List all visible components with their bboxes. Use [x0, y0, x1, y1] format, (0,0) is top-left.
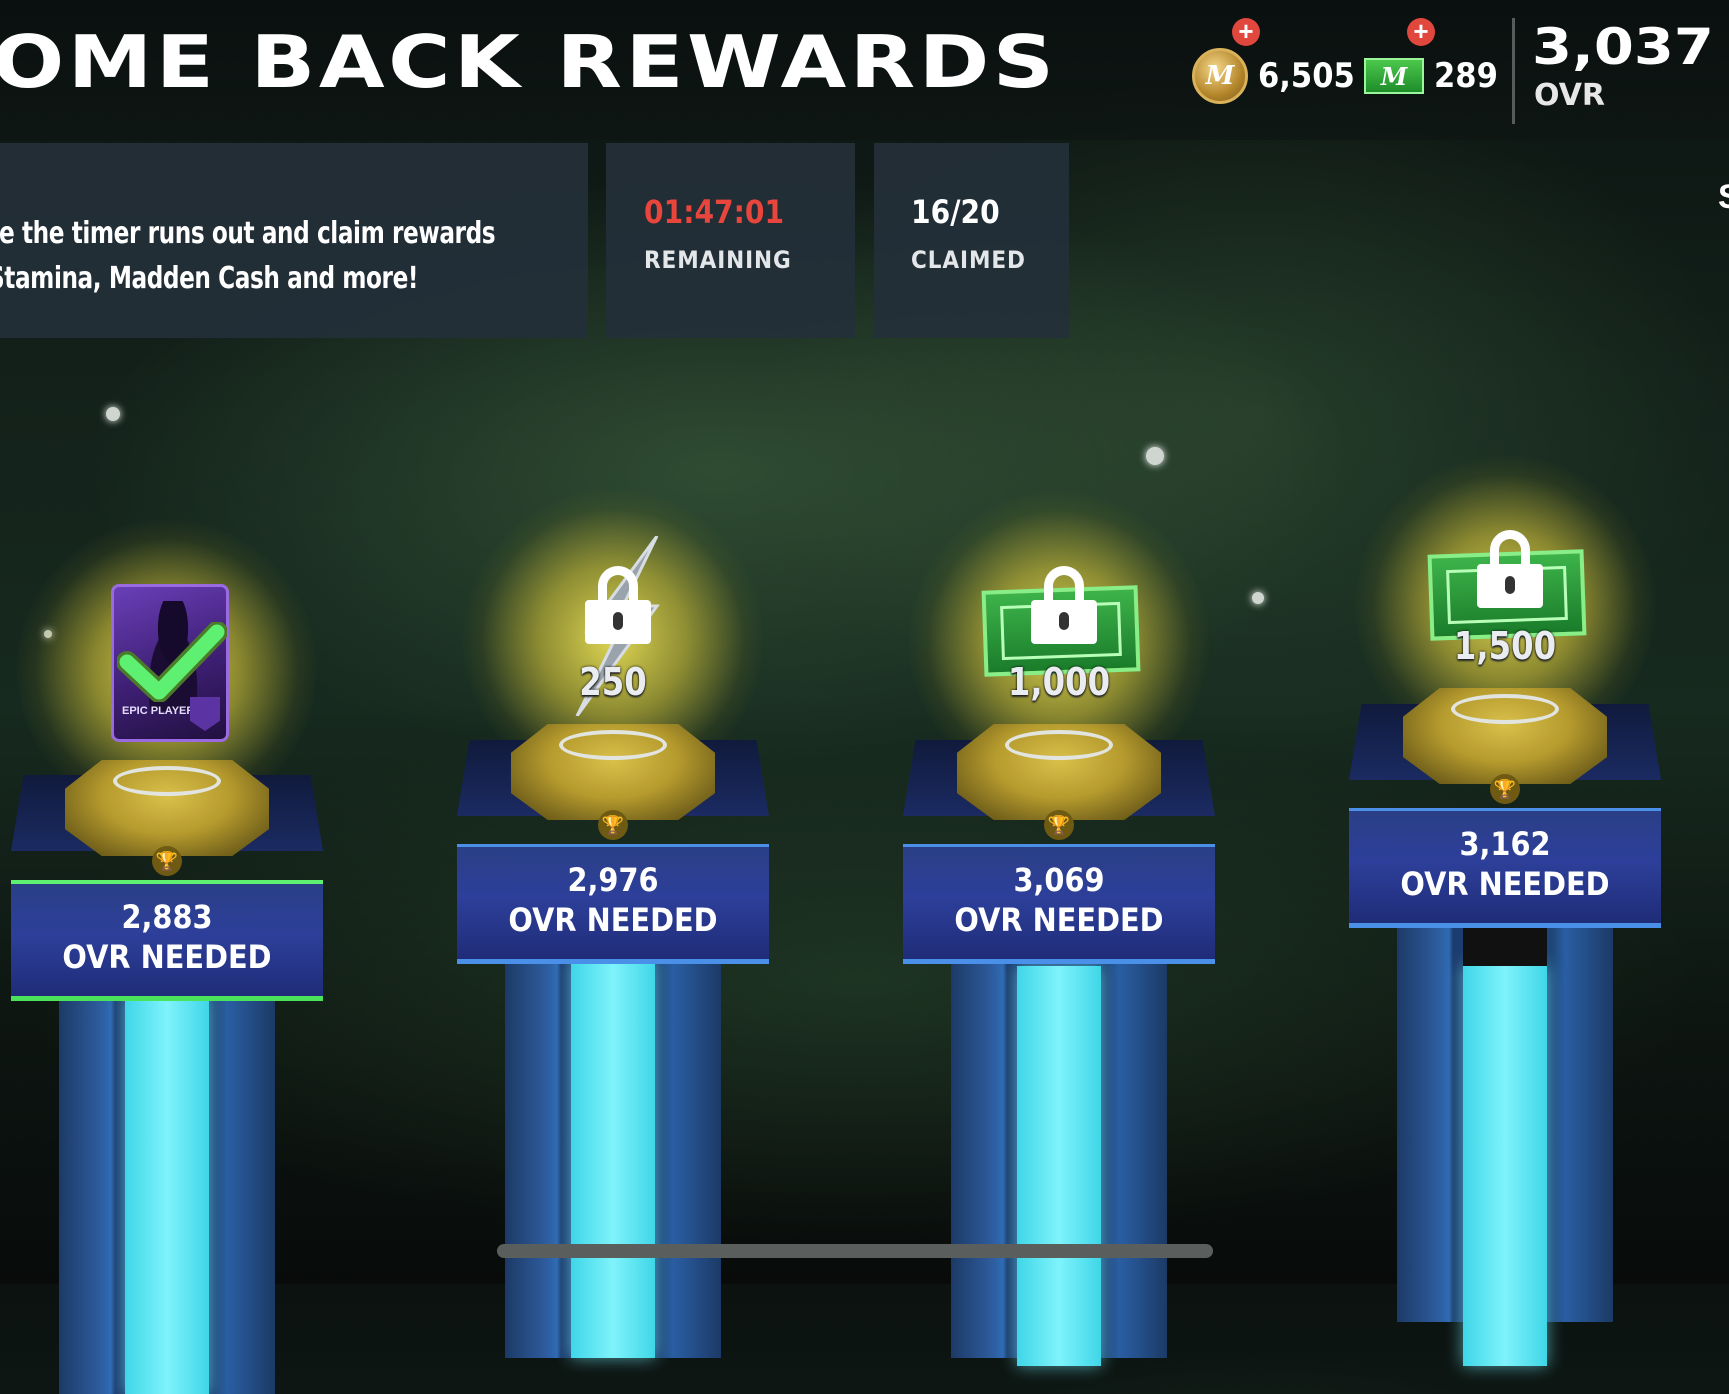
timer-value: 01:47:01: [644, 193, 785, 231]
cash-value: 289: [1434, 56, 1498, 96]
card-label: EPIC PLAYER: [122, 705, 195, 717]
description-text: re the timer runs out and claim rewards …: [0, 211, 496, 301]
ovr-needed-label: OVR NEEDED: [1400, 865, 1610, 903]
edge-text: S: [1718, 178, 1729, 217]
pedestal-beam: [1017, 966, 1101, 1366]
ovr-needed-value: 2,976: [567, 861, 659, 899]
claimed-label: CLAIMED: [911, 246, 1026, 274]
description-line-2: Stamina, Madden Cash and more!: [0, 261, 419, 296]
madden-cash-icon: M: [1364, 58, 1424, 94]
cash-balance[interactable]: M 289: [1364, 56, 1498, 96]
base-ring: [1005, 730, 1113, 760]
description-line-1: re the timer runs out and claim rewards: [0, 216, 496, 251]
ovr-needed-value: 3,069: [1013, 861, 1105, 899]
trophy-icon: 🏆: [152, 846, 182, 876]
platform: 2,883 OVR NEEDED: [11, 880, 323, 1001]
checkmark-icon: [117, 622, 227, 702]
timer-panel: 01:47:01 REMAINING: [606, 143, 855, 338]
reward-amount: 1,500: [1453, 624, 1557, 668]
ovr-needed-label: OVR NEEDED: [508, 901, 718, 939]
trophy-icon: 🏆: [598, 810, 628, 840]
ovr-needed-value: 2,883: [121, 898, 213, 936]
lock-icon: [1031, 566, 1097, 644]
base-ring: [559, 730, 667, 760]
timer-label: REMAINING: [644, 246, 792, 274]
description-panel: re the timer runs out and claim rewards …: [0, 143, 588, 338]
ovr-needed-label: OVR NEEDED: [954, 901, 1164, 939]
pedestal-beam: [1463, 966, 1547, 1366]
reward-amount: 250: [579, 660, 647, 704]
platform: 3,162 OVR NEEDED: [1349, 808, 1661, 928]
add-coins-icon[interactable]: +: [1232, 18, 1260, 46]
reward-amount: 1,000: [1007, 660, 1111, 704]
card-badge: [190, 697, 220, 731]
page-title: OME BACK REWARDS: [0, 20, 1058, 104]
home-indicator[interactable]: [497, 1244, 1213, 1258]
sparkle: [106, 407, 120, 421]
lock-icon: [585, 566, 651, 644]
base-ring: [113, 766, 221, 796]
ovr-needed-value: 3,162: [1459, 825, 1551, 863]
team-ovr-value: 3,037: [1532, 18, 1714, 76]
base-ring: [1451, 694, 1559, 724]
claimed-value: 16/20: [911, 193, 1000, 231]
ovr-needed-label: OVR NEEDED: [62, 938, 272, 976]
platform: 2,976 OVR NEEDED: [457, 844, 769, 964]
claimed-panel: 16/20 CLAIMED: [874, 143, 1069, 338]
add-cash-icon[interactable]: +: [1407, 18, 1435, 46]
pedestal-beam: [571, 958, 655, 1358]
trophy-icon: 🏆: [1044, 810, 1074, 840]
coins-balance[interactable]: M 6,505: [1192, 48, 1355, 104]
header-divider: [1512, 18, 1515, 124]
coins-value: 6,505: [1258, 56, 1355, 96]
team-ovr-label: OVR: [1534, 78, 1606, 113]
sparkle: [1252, 592, 1264, 604]
pedestal-beam: [125, 994, 209, 1394]
beam-gap: [1463, 922, 1547, 966]
top-bar: OME BACK REWARDS M 6,505 + M 289 + 3,037…: [0, 0, 1729, 140]
lock-icon: [1477, 530, 1543, 608]
sparkle: [1146, 447, 1164, 465]
madden-coin-icon: M: [1192, 48, 1248, 104]
platform: 3,069 OVR NEEDED: [903, 844, 1215, 964]
trophy-icon: 🏆: [1490, 774, 1520, 804]
